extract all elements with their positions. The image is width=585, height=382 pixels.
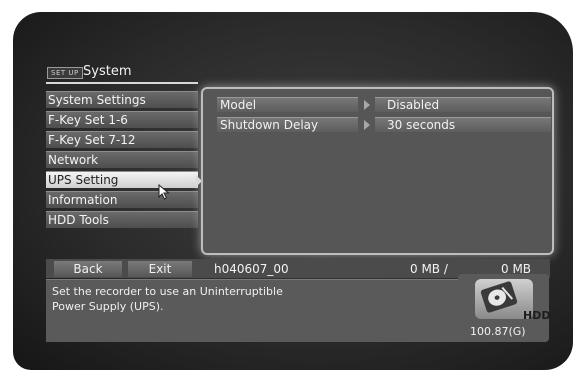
tv-screen: SET UP System System Settings F-Key Set … [13,12,573,370]
setup-menu: System Settings F-Key Set 1-6 F-Key Set … [46,91,198,231]
setting-value-shutdown-delay[interactable]: 30 seconds [375,117,551,132]
help-description: Set the recorder to use an Uninterruptib… [46,279,466,342]
chevron-right-icon [364,100,370,110]
menu-item-ups-setting[interactable]: UPS Setting [46,171,198,188]
hdd-capacity: 100.87(G) [470,325,526,338]
storage-used: 0 MB / [410,262,448,276]
menu-item-system-settings[interactable]: System Settings [46,91,198,108]
menu-item-f-key-set-1-6[interactable]: F-Key Set 1-6 [46,111,198,128]
menu-item-hdd-tools[interactable]: HDD Tools [46,211,198,228]
page-title: System [83,64,132,79]
hdd-badge: HDD [475,279,550,322]
settings-panel: Model Disabled Shutdown Delay 30 seconds [201,87,554,255]
setup-tag: SET UP [47,67,83,79]
exit-button[interactable]: Exit [128,261,192,277]
recording-filename: h040607_00 [214,262,289,276]
help-line-1: Set the recorder to use an Uninterruptib… [52,285,283,298]
title-divider [46,82,198,84]
setting-value-model[interactable]: Disabled [375,97,551,112]
menu-item-f-key-set-7-12[interactable]: F-Key Set 7-12 [46,131,198,148]
help-line-2: Power Supply (UPS). [52,300,164,313]
chevron-right-icon [364,120,370,130]
menu-item-information[interactable]: Information [46,191,198,208]
setting-label: Model [217,97,358,112]
setting-label: Shutdown Delay [217,117,358,132]
hdd-label: HDD [523,309,551,322]
back-button[interactable]: Back [54,261,122,277]
mouse-cursor-icon [158,184,170,200]
hdd-status: HDD 100.87(G) [458,274,550,342]
menu-item-network[interactable]: Network [46,151,198,168]
